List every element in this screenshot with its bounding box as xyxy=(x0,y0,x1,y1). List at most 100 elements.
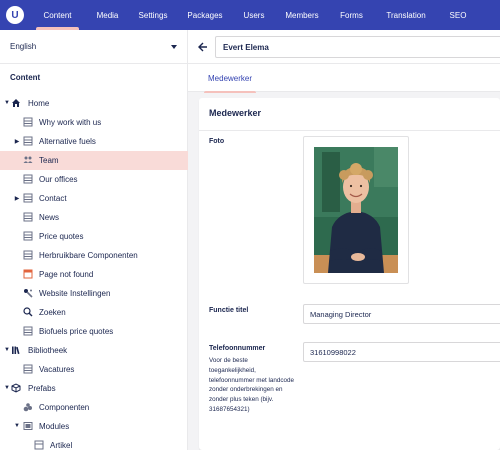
tab-medewerker[interactable]: Medewerker xyxy=(200,64,260,93)
editor-tabs: Medewerker xyxy=(188,64,500,93)
tree-item-contact[interactable]: ▶ Contact xyxy=(0,189,188,208)
section-nav: Content Media Settings Packages Users Me… xyxy=(30,0,477,30)
tree-item-label: Website Instellingen xyxy=(39,289,111,298)
tree-item-label: Biofuels price quotes xyxy=(39,327,114,336)
tree-item-label: Page not found xyxy=(39,270,94,279)
tree-item-label: News xyxy=(39,213,60,222)
expand-caret-icon[interactable]: ▼ xyxy=(13,422,21,430)
tree-item-news[interactable]: News xyxy=(0,208,188,227)
tree-item-label: Why work with us xyxy=(39,118,102,127)
document-icon xyxy=(23,136,33,146)
nav-label: Media xyxy=(96,10,119,20)
nav-label: Translation xyxy=(386,10,426,20)
document-icon xyxy=(23,117,33,127)
content-tree: ▼ Home Why work with us ▶ Alternative fu… xyxy=(0,94,188,450)
tree-item-artikel[interactable]: Artikel xyxy=(0,436,188,450)
nav-users[interactable]: Users xyxy=(234,0,274,30)
library-icon xyxy=(11,345,21,355)
nav-label: Packages xyxy=(187,10,223,20)
property-group-panel: Medewerker Foto Functie titel Managing D… xyxy=(199,98,500,450)
tree-item-alternative-fuels[interactable]: ▶ Alternative fuels xyxy=(0,132,188,151)
property-description-telefoonnummer: Voor de beste toegankelijkheid, telefoon… xyxy=(209,357,295,413)
umbraco-logo[interactable]: U xyxy=(0,0,30,30)
home-icon xyxy=(11,98,21,108)
settings-icon xyxy=(23,288,33,298)
tree-item-page-not-found[interactable]: Page not found xyxy=(0,265,188,284)
language-label: English xyxy=(10,42,37,51)
nav-seo[interactable]: SEO xyxy=(439,0,477,30)
language-selector[interactable]: English xyxy=(0,30,187,64)
document-icon xyxy=(23,193,33,203)
employee-photo[interactable] xyxy=(314,147,398,273)
tree-item-label: Zoeken xyxy=(39,308,66,317)
tree-item-label: Alternative fuels xyxy=(39,137,96,146)
nav-media[interactable]: Media xyxy=(85,0,130,30)
back-arrow-icon[interactable] xyxy=(197,41,209,53)
telefoonnummer-input[interactable]: 31610998022 xyxy=(303,342,500,362)
chevron-down-icon xyxy=(171,44,177,49)
expand-caret-icon[interactable]: ▼ xyxy=(3,384,11,392)
nav-members[interactable]: Members xyxy=(274,0,330,30)
tree-item-team[interactable]: Team xyxy=(0,151,188,170)
tree-item-bibliotheek[interactable]: ▼ Bibliotheek xyxy=(0,341,188,360)
nav-label: SEO xyxy=(449,10,467,20)
divider xyxy=(199,130,500,131)
tree-item-componenten[interactable]: Componenten xyxy=(0,398,188,417)
tree-item-label: Contact xyxy=(39,194,67,203)
document-icon xyxy=(23,174,33,184)
tree-item-website-instellingen[interactable]: Website Instellingen xyxy=(0,284,188,303)
search-icon xyxy=(23,307,33,317)
expand-caret-icon[interactable]: ▼ xyxy=(3,346,11,354)
expand-caret-icon[interactable]: ▼ xyxy=(3,99,11,107)
media-picker[interactable] xyxy=(303,136,409,284)
tree-item-label: Vacatures xyxy=(39,365,75,374)
document-icon xyxy=(23,231,33,241)
team-icon xyxy=(23,155,33,165)
tree-item-herbruikbare-componenten[interactable]: Herbruikbare Componenten xyxy=(0,246,188,265)
nav-label: Forms xyxy=(340,10,363,20)
tree-item-vacatures[interactable]: Vacatures xyxy=(0,360,188,379)
tree-item-biofuels-price-quotes[interactable]: Biofuels price quotes xyxy=(0,322,188,341)
nav-forms[interactable]: Forms xyxy=(330,0,373,30)
tree-item-label: Herbruikbare Componenten xyxy=(39,251,138,260)
tree-item-modules[interactable]: ▼ Modules xyxy=(0,417,188,436)
document-icon xyxy=(23,326,33,336)
node-name-input[interactable]: Evert Elema xyxy=(215,36,500,58)
document-icon xyxy=(23,250,33,260)
property-label-telefoonnummer: Telefoonnummer xyxy=(209,345,266,352)
tree-item-prefabs[interactable]: ▼ Prefabs xyxy=(0,379,188,398)
tree-item-price-quotes[interactable]: Price quotes xyxy=(0,227,188,246)
prefabs-icon xyxy=(11,383,21,393)
document-icon xyxy=(23,212,33,222)
document-icon xyxy=(23,364,33,374)
property-label-foto: Foto xyxy=(209,138,225,145)
tree-item-label: Artikel xyxy=(50,441,73,450)
nav-translation[interactable]: Translation xyxy=(373,0,439,30)
content-editor: Evert Elema Medewerker Medewerker Foto F… xyxy=(188,30,500,450)
components-icon xyxy=(23,402,33,412)
property-label-functie-titel: Functie titel xyxy=(209,307,249,314)
tree-section-title: Content xyxy=(10,72,41,82)
nav-packages[interactable]: Packages xyxy=(176,0,234,30)
tree-item-label: Prefabs xyxy=(28,384,56,393)
error-page-icon xyxy=(23,269,33,279)
tree-item-label: Team xyxy=(39,156,59,165)
expand-caret-icon[interactable]: ▶ xyxy=(13,194,21,202)
nav-label: Users xyxy=(243,10,265,20)
tree-item-label: Componenten xyxy=(39,403,90,412)
nav-content[interactable]: Content xyxy=(30,0,85,30)
tree-item-label: Home xyxy=(28,99,50,108)
tree-item-label: Modules xyxy=(39,422,70,431)
tree-item-zoeken[interactable]: Zoeken xyxy=(0,303,188,322)
expand-caret-icon[interactable]: ▶ xyxy=(13,137,21,145)
tree-item-our-offices[interactable]: Our offices xyxy=(0,170,188,189)
nav-label: Members xyxy=(285,10,319,20)
nav-settings[interactable]: Settings xyxy=(130,0,176,30)
tree-item-why-work-with-us[interactable]: Why work with us xyxy=(0,113,188,132)
tree-item-home[interactable]: ▼ Home xyxy=(0,94,188,113)
modules-icon xyxy=(23,421,33,431)
logo-icon: U xyxy=(6,6,24,24)
content-tree-sidebar: English Content ▼ Home Why work with us … xyxy=(0,30,188,450)
functie-titel-input[interactable]: Managing Director xyxy=(303,304,500,324)
tree-item-label: Our offices xyxy=(39,175,78,184)
